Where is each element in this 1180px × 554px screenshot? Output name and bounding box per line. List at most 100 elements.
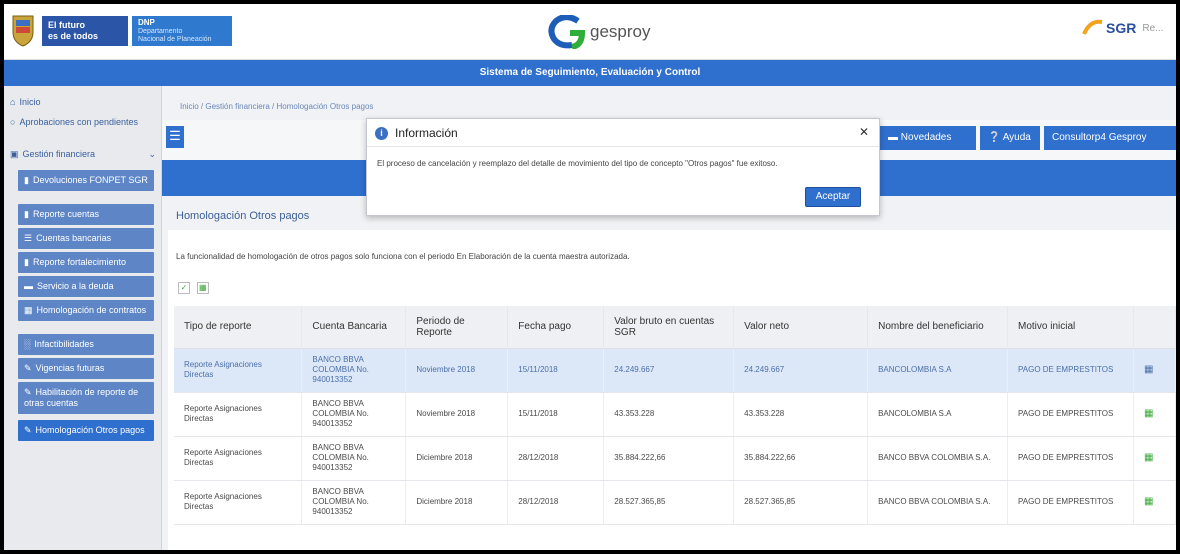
table-row[interactable]: Reporte Asignaciones Directas BANCO BBVA… [174,348,1176,393]
bell-icon: ○ [10,117,16,127]
gesproy-g-icon [548,15,586,49]
sidebar-subitem-homologacion-contratos[interactable]: ▦ Homologación de contratos [18,300,154,321]
app-window: El futuro es de todos DNP Departamento N… [4,4,1176,550]
dnp-logo[interactable]: DNP Departamento Nacional de Planeación [132,16,232,46]
export-excel-icon[interactable]: ▦ [196,282,209,294]
sidebar-subitem-servicio-deuda[interactable]: ▬ Servicio a la deuda [18,276,154,297]
breadcrumb[interactable]: Inicio / Gestión financiera / Homologaci… [180,102,373,111]
sidebar-subitem-label: Devoluciones FONPET SGR [32,175,148,185]
cell-periodo: Noviembre 2018 [405,392,509,437]
col-header[interactable]: Cuenta Bancaria [301,306,407,349]
wrench-icon: ✎ [24,425,32,435]
sidebar-item-gestion-financiera[interactable]: ▣ Gestión financiera ⌄ [4,142,162,166]
sgr-logo-text: SGR [1106,20,1137,36]
megaphone-icon: ▬ [888,132,898,143]
wrench-icon: ✎ [24,387,32,397]
accept-button[interactable]: Aceptar [805,187,861,207]
cell-beneficiario: BANCO BBVA COLOMBIA S.A. [867,436,1009,481]
grid-icon: ▦ [24,305,33,315]
cell-valor-bruto: 43.353.228 [603,392,735,437]
sidebar-subitem-reporte-cuentas[interactable]: ▮ Reporte cuentas [18,204,154,225]
ayuda-button[interactable]: ❔ Ayuda [980,126,1040,150]
sgr-logo-subtext: Re... [1142,22,1164,34]
dnp-logo-line1: Departamento [138,28,183,35]
excel-action-icon[interactable]: ▦ [1133,392,1176,437]
file-icon: ▮ [24,209,29,219]
sgr-logo[interactable]: SGR Re... [1082,18,1163,38]
user-menu-label: Consultorp4 Gesproy [1052,132,1147,143]
table-row[interactable]: Reporte Asignaciones Directas BANCO BBVA… [174,436,1176,481]
gov-logo[interactable]: El futuro es de todos [42,16,128,46]
col-header[interactable]: Fecha pago [507,306,605,349]
sidebar-subitem-homologacion-otros-pagos[interactable]: ✎ Homologación Otros pagos [18,420,154,441]
cell-valor-bruto: 24.249.667 [603,348,735,393]
table-row[interactable]: Reporte Asignaciones Directas BANCO BBVA… [174,480,1176,525]
close-icon[interactable]: ✕ [859,125,869,139]
dnp-logo-title: DNP [138,18,155,27]
sidebar-subitem-label: Infactibilidades [34,339,94,349]
dialog-header: i Información ✕ [367,119,879,147]
cell-periodo: Diciembre 2018 [405,480,509,525]
sidebar-subitem-label: Servicio a la deuda [37,281,114,291]
gov-logo-line2: es de todos [48,31,99,41]
excel-action-icon[interactable]: ▦ [1133,436,1176,481]
cell-motivo: PAGO DE EMPRESTITOS [1007,392,1134,437]
sidebar-subitem-habilitacion-reporte[interactable]: ✎ Habilitación de reporte de otras cuenta… [18,382,154,414]
system-title-bar: Sistema de Seguimiento, Evaluación y Con… [4,60,1176,86]
cell-valor-neto: 43.353.228 [733,392,869,437]
table-header-row: Tipo de reporte Cuenta Bancaria Periodo … [174,306,1176,349]
col-header[interactable]: Valor bruto en cuentas SGR [603,306,735,349]
sidebar-item-label: Inicio [19,97,41,107]
cell-beneficiario: BANCOLOMBIA S.A [867,392,1009,437]
col-header[interactable]: Tipo de reporte [174,306,303,349]
cell-beneficiario: BANCOLOMBIA S.A [867,348,1009,393]
cell-valor-neto: 24.249.667 [733,348,869,393]
chevron-down-icon: ⌄ [148,149,156,159]
cell-tipo: Reporte Asignaciones Directas [174,480,303,525]
cell-valor-bruto: 28.527.365,85 [603,480,735,525]
cell-cuenta: BANCO BBVA COLOMBIA No. 940013352 [301,392,407,437]
sidebar-item-aprobaciones[interactable]: ○ Aprobaciones con pendientes [4,110,162,134]
sgr-swoosh-icon [1082,19,1103,35]
cell-periodo: Diciembre 2018 [405,436,509,481]
cell-periodo: Noviembre 2018 [405,348,509,393]
sidebar-subitem-reporte-fortalecimiento[interactable]: ▮ Reporte fortalecimiento [18,252,154,273]
home-icon: ⌂ [10,97,16,107]
sidebar-subitem-label: Homologación Otros pagos [35,425,145,435]
sidebar-subitem-vigencias-futuras[interactable]: ✎ Vigencias futuras [18,358,154,379]
question-icon: ❔ [988,132,1001,143]
sidebar-item-label: Aprobaciones con pendientes [19,117,139,127]
cell-fecha: 15/11/2018 [507,348,605,393]
cell-tipo: Reporte Asignaciones Directas [174,436,303,481]
sidebar-subitem-label: Vigencias futuras [35,363,105,373]
cell-cuenta: BANCO BBVA COLOMBIA No. 940013352 [301,480,407,525]
sidebar-subitem-label: Reporte cuentas [32,209,99,219]
sidebar-subitem-cuentas-bancarias[interactable]: ☰ Cuentas bancarias [18,228,154,249]
user-menu-button[interactable]: Consultorp4 Gesproy [1044,126,1176,150]
info-icon: i [375,127,388,140]
col-header[interactable]: Motivo inicial [1007,306,1134,349]
sidebar-subitem-label: Reporte fortalecimiento [32,257,126,267]
sidebar-subitem-label: Habilitación de reporte de otras cuentas [24,387,139,408]
sidebar-subitem-devoluciones[interactable]: ▮ Devoluciones FONPET SGR [18,170,154,191]
list-icon: ☰ [24,233,33,243]
ayuda-label: Ayuda [1002,132,1031,143]
col-header[interactable]: Periodo de Reporte [405,306,509,349]
cell-beneficiario: BANCO BBVA COLOMBIA S.A. [867,480,1009,525]
col-header[interactable]: Nombre del beneficiario [867,306,1009,349]
table-row[interactable]: Reporte Asignaciones Directas BANCO BBVA… [174,392,1176,437]
gov-logo-line1: El futuro [48,20,85,30]
hamburger-menu-button[interactable]: ☰ [166,126,184,148]
bank-icon: ▣ [10,149,19,159]
col-header[interactable]: Valor neto [733,306,869,349]
sidebar-subitem-label: Cuentas bancarias [36,233,112,243]
sidebar-subitem-infactibilidades[interactable]: ░ Infactibilidades [18,334,154,355]
novedades-button[interactable]: ▬ Novedades [880,126,976,150]
cell-tipo: Reporte Asignaciones Directas [174,348,303,393]
page-title: Homologación Otros pagos [176,210,310,222]
excel-action-icon[interactable]: ▦ [1133,480,1176,525]
cell-motivo: PAGO DE EMPRESTITOS [1007,348,1134,393]
excel-action-icon[interactable]: ▦ [1133,348,1176,393]
gesproy-logo[interactable]: gesproy [548,14,650,50]
select-all-checkbox[interactable]: ✓ [178,282,190,294]
